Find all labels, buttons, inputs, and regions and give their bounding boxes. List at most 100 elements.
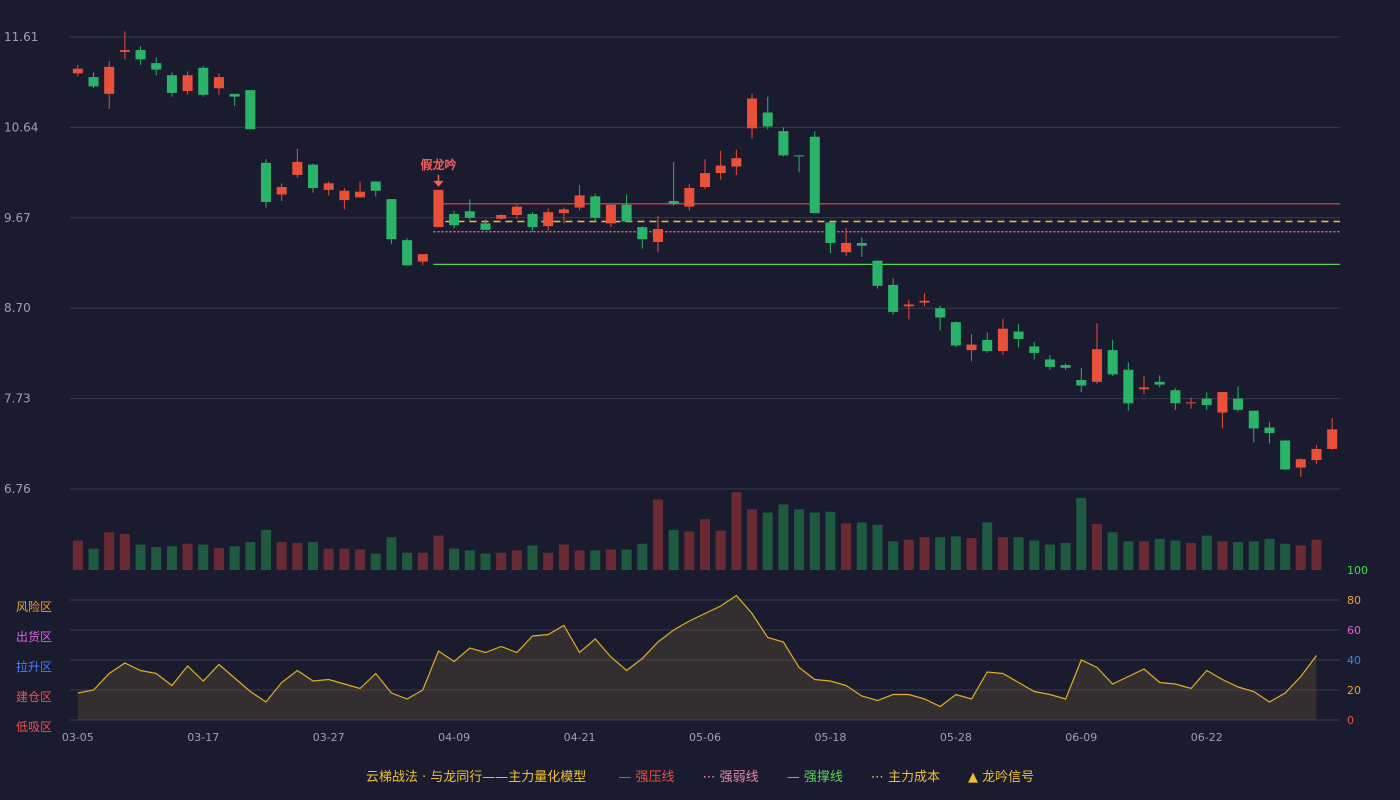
candle-body (1233, 398, 1244, 410)
volume-bar (323, 548, 334, 570)
candle-body (88, 77, 99, 87)
candle-body (1264, 427, 1275, 434)
candle (182, 71, 193, 95)
volume-bar (747, 509, 758, 570)
candle (1013, 324, 1024, 348)
zone-label: 建仓区 (16, 690, 52, 704)
level-lines (433, 203, 1340, 265)
candlestick-chart: 11.61 10.64 9.67 8.70 7.73 6.76 假龙吟 100 80 60 40… (4, 30, 1368, 744)
volume-bar (511, 550, 522, 570)
candle-body (621, 204, 632, 222)
candle-body (1076, 379, 1087, 386)
candle (496, 214, 507, 220)
candle-body (464, 211, 475, 218)
candle-body (308, 164, 319, 188)
volume-bar (558, 544, 569, 570)
volume-bar (919, 537, 930, 570)
volume-bar (966, 538, 977, 570)
candle-body (543, 212, 554, 227)
candle (119, 31, 130, 60)
grid-lines (70, 36, 1340, 490)
volume-bar (574, 550, 585, 570)
indicator-tick-label: 0 (1347, 714, 1354, 727)
indicator-tick-label: 80 (1347, 594, 1361, 607)
candle (809, 131, 820, 214)
volume-bar (715, 530, 726, 570)
price-tick-label: 11.61 (4, 30, 38, 44)
candle-body (715, 165, 726, 174)
volume-bar (652, 499, 663, 570)
candle-body (1186, 402, 1197, 404)
candle-body (903, 304, 914, 307)
candle (245, 90, 256, 130)
indicator-tick-label: 60 (1347, 624, 1361, 637)
candle (935, 305, 946, 331)
candle (433, 189, 444, 228)
candle (339, 187, 350, 210)
volume-bar (1264, 538, 1275, 570)
volume-bar (276, 542, 287, 570)
candle-body (72, 68, 83, 74)
candle-body (260, 162, 272, 202)
candle (135, 46, 146, 65)
volume-bar (229, 546, 240, 570)
candle-body (950, 322, 961, 346)
candle (997, 318, 1008, 355)
volume-bar (1029, 540, 1040, 570)
volume-bar (480, 553, 491, 570)
volume-bar (198, 544, 209, 570)
signal-marker: 假龙吟 (420, 157, 456, 187)
candle-body (1060, 365, 1071, 368)
candle-body (370, 181, 381, 191)
signal-label: 假龙吟 (420, 157, 456, 172)
candle-body (245, 90, 256, 130)
candle (1280, 439, 1291, 471)
candle (825, 222, 836, 254)
volume-bar (355, 549, 366, 570)
volume-bar (1107, 532, 1118, 570)
candle-body (386, 199, 397, 240)
candle (229, 93, 240, 106)
legend-symbol: — (618, 770, 636, 785)
indicator-tick-label: 40 (1347, 654, 1361, 667)
candle-body (1107, 350, 1118, 375)
candle-body (1154, 381, 1165, 385)
volume-bar (72, 540, 83, 570)
x-tick-label: 05-28 (940, 731, 972, 744)
volume-bar (935, 537, 946, 570)
candle-body (511, 206, 522, 216)
volume-bar (762, 512, 773, 570)
candle-body (997, 328, 1008, 352)
candle (1233, 386, 1244, 412)
volume-bar (1186, 542, 1197, 570)
candle-body (119, 50, 130, 52)
candle (1076, 367, 1087, 393)
volume-bar (888, 541, 899, 570)
legend-symbol: ▲ (968, 770, 983, 785)
volume-bar (433, 535, 444, 570)
candle-body (323, 183, 334, 190)
candle (1248, 410, 1259, 443)
candle (574, 185, 585, 211)
candle (1029, 341, 1040, 360)
candle-body (1138, 387, 1150, 390)
x-tick-label: 05-18 (814, 731, 846, 744)
price-tick-label: 7.73 (4, 392, 31, 406)
candle-body (1201, 398, 1212, 406)
candle-body (402, 240, 413, 266)
volume-bar (104, 532, 115, 570)
volume-bar (809, 512, 820, 570)
legend-symbol: ⋯ (702, 770, 720, 785)
volume-bars (72, 492, 1322, 570)
candle (731, 149, 742, 175)
candle-body (856, 242, 867, 246)
zone-label: 出货区 (16, 629, 52, 644)
candle-body (1217, 392, 1228, 413)
volume-bar (1060, 542, 1071, 570)
candle (370, 181, 381, 197)
volume-bar (1091, 524, 1102, 570)
candle (747, 93, 758, 139)
signal-arrow-head (433, 180, 444, 187)
candle (1091, 323, 1102, 384)
candle-body (637, 227, 648, 240)
